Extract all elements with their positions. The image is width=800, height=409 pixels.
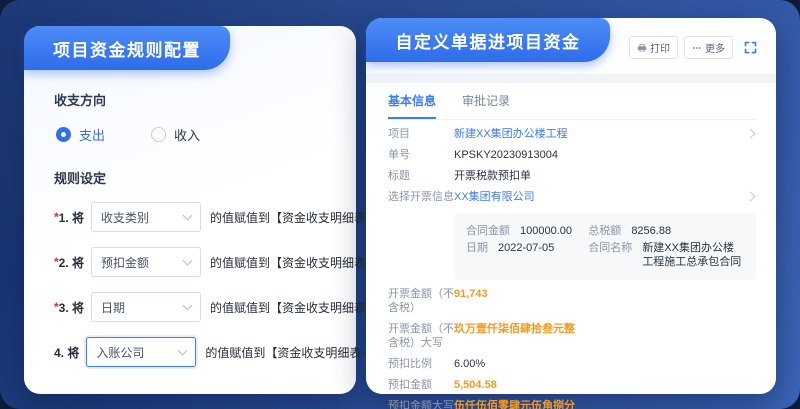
field-row-project: 项目 新建XX集团办公楼工程 [388, 127, 756, 141]
contract-name-value: 新建XX集团办公楼工程施工总承包合同 [642, 241, 744, 269]
field-row-invoice-amount: 开票金额（不含税） 91,743 [388, 287, 756, 315]
rules-section-label: 规则设定 [54, 168, 336, 187]
contract-amount-label: 合同金额 [466, 224, 510, 238]
chevron-down-icon [183, 211, 193, 221]
field-row-withhold-amount-caps: 预扣金额大写 伍仟伍佰零肆元伍角捌分 [388, 399, 756, 409]
rule-prefix: 2. 将 [59, 254, 84, 271]
left-panel-title-banner: 项目资金规则配置 [24, 26, 230, 70]
rule-prefix: 1. 将 [59, 209, 84, 226]
rules-list: * 1. 将 收支类别 的值赋值到【资金收支明细表-收支类别】中 * 2. 将 … [54, 202, 336, 367]
rule-row-3: * 3. 将 日期 的值赋值到【资金收支明细表-收支日期】中 [54, 292, 336, 322]
tab-basic-info[interactable]: 基本信息 [388, 92, 436, 119]
contract-info-box: 合同金额 100000.00 日期 2022-07-05 总税额 8256.88… [454, 213, 756, 280]
radio-expense-label: 支出 [79, 125, 105, 144]
contract-date-value: 2022-07-05 [498, 241, 554, 255]
header-divider [366, 74, 776, 83]
radio-income-label: 收入 [174, 125, 200, 144]
field-row-title: 标题 开票税款预扣单 [388, 169, 756, 183]
field-row-invoice-info: 选择开票信息 XX集团有限公司 [388, 190, 756, 204]
field-row-doc-no: 单号 KPSKY20230913004 [388, 148, 756, 162]
rule-prefix: 4. 将 [54, 344, 79, 361]
fullscreen-icon[interactable] [743, 40, 758, 55]
contract-date-label: 日期 [466, 241, 488, 255]
invoice-amount-caps-value: 玖万壹仟柒佰肆拾叁元整 [454, 322, 756, 336]
contract-tax-value: 8256.88 [631, 224, 671, 238]
more-icon [692, 43, 702, 53]
print-button[interactable]: 打印 [629, 36, 678, 59]
field-label: 预扣金额 [388, 378, 454, 392]
select-value: 入账公司 [96, 344, 144, 361]
field-label: 开票金额（不含税） [388, 287, 454, 315]
chevron-down-icon [178, 346, 188, 356]
field-label: 预扣比例 [388, 357, 454, 371]
rule-row-1: * 1. 将 收支类别 的值赋值到【资金收支明细表-收支类别】中 [54, 202, 336, 232]
project-link[interactable]: 新建XX集团办公楼工程 [454, 127, 739, 141]
radio-income[interactable]: 收入 [151, 125, 200, 144]
contract-amount-value: 100000.00 [520, 224, 572, 238]
chevron-right-icon[interactable] [746, 129, 756, 139]
print-icon [637, 43, 647, 53]
tab-approval-record[interactable]: 审批记录 [462, 92, 510, 119]
withhold-amount-caps-value: 伍仟伍佰零肆元伍角捌分 [454, 399, 756, 409]
bill-toolbar: 打印 更多 [629, 36, 758, 59]
field-row-invoice-amount-caps: 开票金额（不含税）大写 玖万壹仟柒佰肆拾叁元整 [388, 322, 756, 350]
bill-content: 基本信息 审批记录 项目 新建XX集团办公楼工程 单号 KPSKY2023091… [366, 83, 776, 409]
chevron-down-icon [183, 256, 193, 266]
contract-tax-label: 总税额 [588, 224, 621, 238]
direction-label: 收支方向 [54, 90, 336, 109]
field-row-withhold-amount: 预扣金额 5,504.58 [388, 378, 756, 392]
rule-row-4: 4. 将 入账公司 的值赋值到【资金收支明细表-往来单位】中 [54, 337, 336, 367]
direction-radio-group: 支出 收入 [56, 125, 336, 144]
field-label: 预扣金额大写 [388, 399, 454, 409]
rule-prefix: 3. 将 [59, 299, 84, 316]
select-value: 收支类别 [101, 209, 149, 226]
rule-field-select-2[interactable]: 预扣金额 [91, 247, 201, 277]
field-label: 选择开票信息 [388, 190, 454, 204]
tab-bar: 基本信息 审批记录 [388, 92, 756, 120]
withhold-amount-value: 5,504.58 [454, 378, 756, 392]
title-value: 开票税款预扣单 [454, 169, 756, 183]
rule-field-select-3[interactable]: 日期 [91, 292, 201, 322]
select-value: 预扣金额 [101, 254, 149, 271]
invoice-amount-value: 91,743 [454, 287, 756, 301]
rule-field-select-1[interactable]: 收支类别 [91, 202, 201, 232]
chevron-right-icon[interactable] [746, 192, 756, 202]
more-button-label: 更多 [705, 40, 725, 55]
field-label: 开票金额（不含税）大写 [388, 322, 454, 350]
field-label: 标题 [388, 169, 454, 183]
withhold-ratio-value: 6.00% [454, 357, 756, 371]
doc-no-value: KPSKY20230913004 [454, 148, 756, 162]
radio-expense[interactable]: 支出 [56, 125, 105, 144]
left-panel-title: 项目资金规则配置 [53, 36, 201, 61]
right-panel-title-banner: 自定义单据进项目资金 [366, 18, 610, 62]
field-row-withhold-ratio: 预扣比例 6.00% [388, 357, 756, 371]
chevron-down-icon [183, 301, 193, 311]
radio-selected-icon [56, 127, 71, 142]
rule-field-select-4[interactable]: 入账公司 [86, 337, 196, 367]
bill-detail-panel: 打印 更多 基本信息 审批记录 项目 新建 [366, 18, 776, 394]
contract-name-label: 合同名称 [588, 241, 632, 269]
more-button[interactable]: 更多 [684, 36, 733, 59]
select-value: 日期 [101, 299, 125, 316]
field-label: 项目 [388, 127, 454, 141]
app-background: 项目资金规则配置 收支方向 支出 收入 规则设定 * 1. 将 [0, 0, 800, 409]
rule-config-panel: 收支方向 支出 收入 规则设定 * 1. 将 收支类别 [24, 26, 356, 394]
radio-unselected-icon [151, 127, 166, 142]
rule-row-2: * 2. 将 预扣金额 的值赋值到【资金收支明细表-金额】中 [54, 247, 336, 277]
right-panel-title: 自定义单据进项目资金 [396, 28, 581, 53]
print-button-label: 打印 [650, 40, 670, 55]
invoice-info-link[interactable]: XX集团有限公司 [454, 190, 739, 204]
field-label: 单号 [388, 148, 454, 162]
